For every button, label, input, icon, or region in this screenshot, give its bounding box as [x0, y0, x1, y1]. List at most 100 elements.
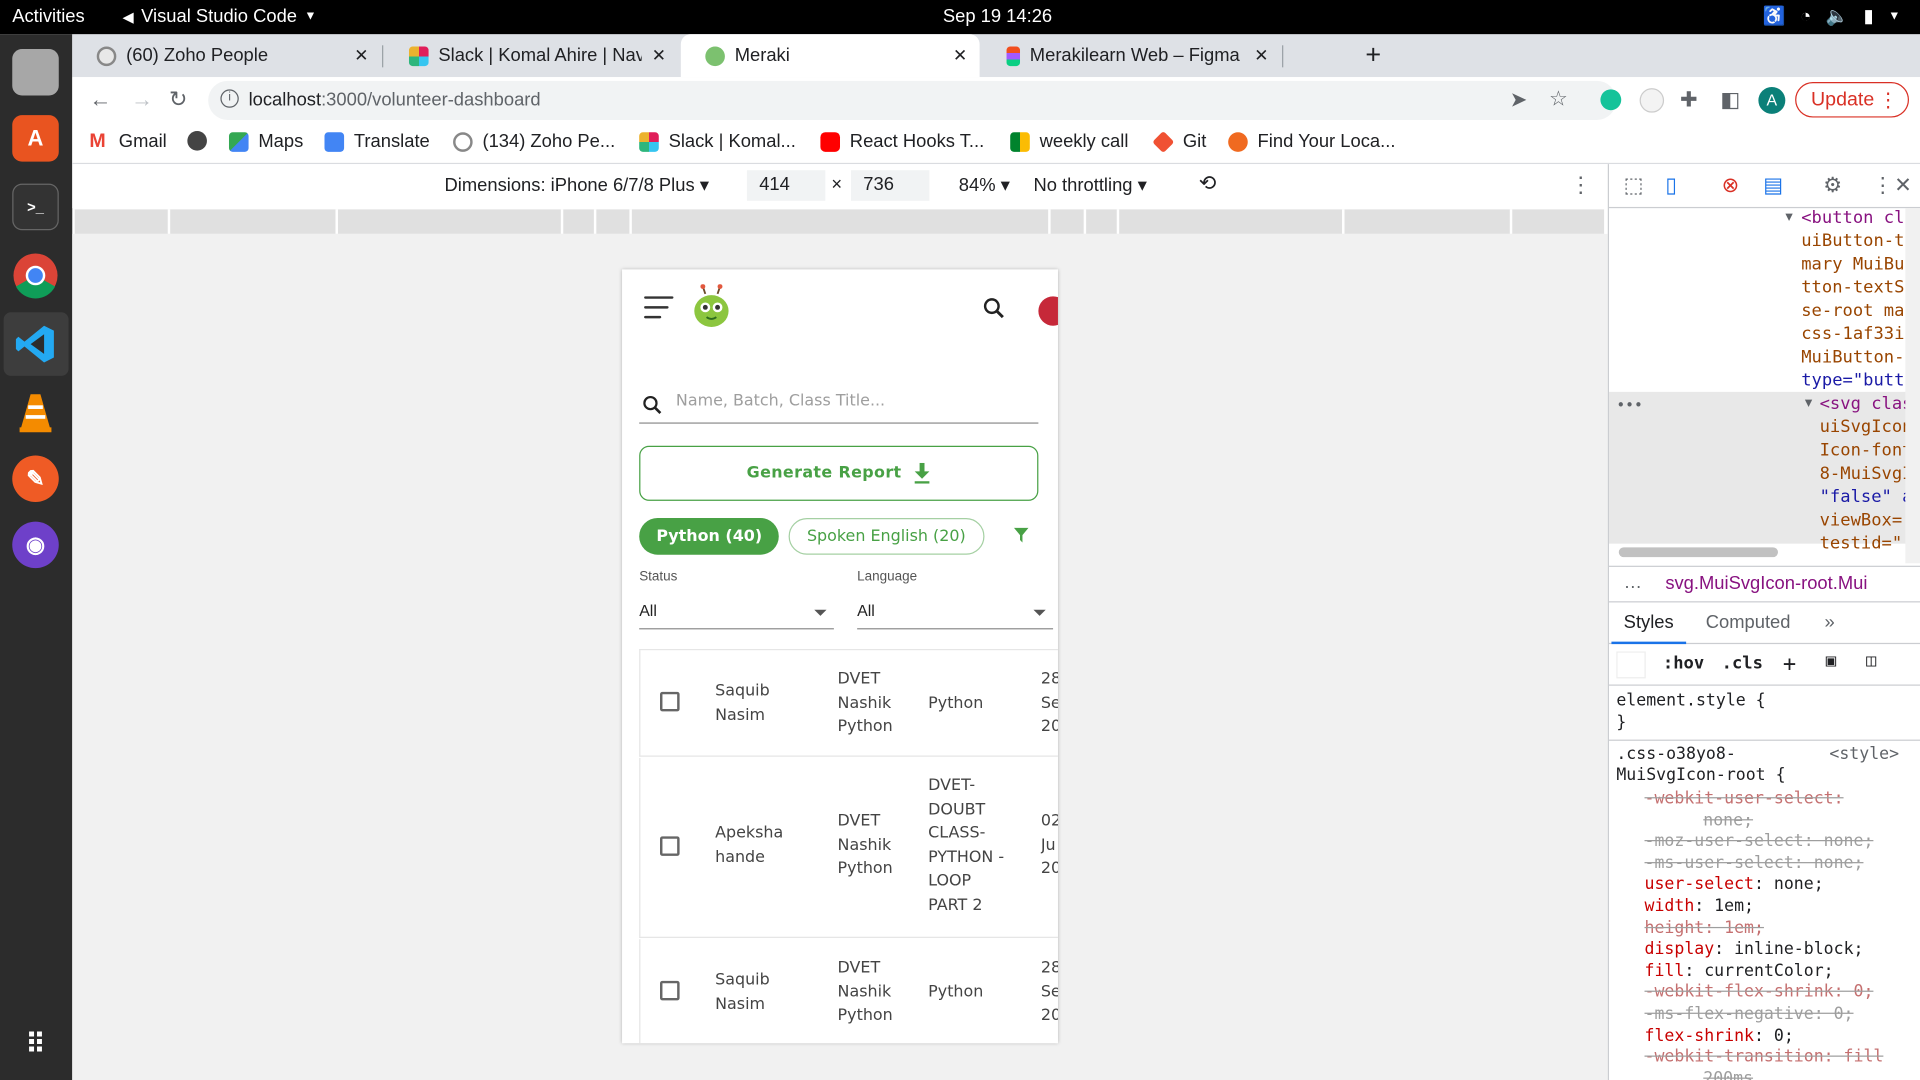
error-badge-icon[interactable]: ⊗ [1722, 174, 1739, 198]
user-avatar[interactable] [1038, 296, 1058, 326]
table-row[interactable]: Saquib Nasim DVET Nashik Python Python 28 Se… [639, 648, 1058, 757]
language-select[interactable]: All [857, 595, 1054, 630]
more-tabs-icon[interactable]: » [1825, 612, 1835, 633]
tab-computed[interactable]: Computed [1706, 612, 1791, 633]
paint-icon[interactable]: ▣ [1826, 651, 1836, 671]
styles-pane[interactable]: element.style { } .css-o38yo8-MuiSvgIcon… [1608, 686, 1920, 1080]
address-bar[interactable]: i localhost:3000/volunteer-dashboard ➤ ☆ [208, 80, 1617, 121]
declaration[interactable]: -webkit-transition: fill [1645, 1047, 1884, 1069]
bookmark-zoho[interactable]: (134) Zoho Pe... [453, 131, 615, 152]
device-toggle-icon[interactable]: ▯ [1665, 174, 1676, 198]
declaration[interactable]: width: 1em; [1645, 896, 1884, 918]
bookmark-globe[interactable] [187, 131, 207, 151]
extensions-puzzle-icon[interactable]: ✚ [1680, 88, 1697, 112]
update-button[interactable]: Update ⋮ [1795, 82, 1909, 118]
github-desktop-icon[interactable]: ◉ [12, 521, 59, 569]
bookmark-find-location[interactable]: Find Your Loca... [1228, 131, 1395, 152]
app-menu[interactable]: ◀ Visual Studio Code ▼ [122, 6, 316, 27]
table-row[interactable]: Saquib Nasim DVET Nashik Python Python 28 Se… [639, 939, 1058, 1044]
declaration[interactable]: -moz-user-select: none; [1645, 832, 1884, 854]
more-vert-icon[interactable]: ⋮ [1872, 174, 1893, 198]
bookmark-star-icon[interactable]: ☆ [1549, 87, 1568, 111]
row-checkbox[interactable] [660, 980, 680, 1001]
meraki-logo-icon[interactable] [693, 284, 730, 328]
elements-horizontal-scrollbar[interactable] [1618, 547, 1778, 558]
software-center-icon[interactable]: A [12, 115, 59, 162]
settings-gear-icon[interactable]: ⚙ [1823, 174, 1842, 198]
site-info-icon[interactable]: i [220, 89, 239, 108]
close-icon[interactable]: ✕ [652, 45, 666, 66]
vscode-icon[interactable] [12, 321, 59, 368]
browser-tab-meraki[interactable]: Meraki ✕ [680, 34, 980, 78]
bookmark-weekly-call[interactable]: weekly call [1010, 131, 1128, 152]
send-icon[interactable]: ➤ [1510, 88, 1527, 112]
declaration[interactable]: -webkit-flex-shrink: 0; [1645, 982, 1884, 1004]
elements-tree[interactable]: ▼ <button cl uiButton-t mary MuiBu tton-… [1608, 208, 1920, 563]
elements-scrollbar[interactable] [1905, 208, 1920, 564]
browser-tab-slack[interactable]: Slack | Komal Ahire | Navgurukul ✕ [384, 34, 678, 77]
zoom-dropdown[interactable]: 84% ▾ [959, 174, 1010, 196]
menu-icon[interactable] [644, 296, 674, 325]
reload-button[interactable]: ↻ [169, 87, 187, 113]
more-vert-icon[interactable]: ⋮ [1570, 173, 1592, 199]
add-rule-icon[interactable]: + [1783, 651, 1796, 677]
activities-button[interactable]: Activities [12, 6, 84, 27]
status-select[interactable]: All [639, 595, 834, 630]
vlc-icon[interactable] [12, 389, 59, 436]
class-toggle[interactable]: .cls [1722, 654, 1763, 674]
show-apps-icon[interactable]: ⠿ [12, 1021, 59, 1068]
styles-filter-input[interactable] [1616, 651, 1646, 679]
browser-tab-zoho[interactable]: (60) Zoho People ✕ [72, 34, 381, 77]
media-query-ruler[interactable] [74, 209, 1605, 234]
device-width-input[interactable]: 414 [746, 170, 826, 201]
browser-tab-figma[interactable]: Merakilearn Web – Figma ✕ [982, 34, 1281, 77]
bookmark-react-hooks[interactable]: React Hooks T... [820, 131, 984, 152]
bookmark-translate[interactable]: Translate [324, 131, 430, 152]
postman-icon[interactable]: ✎ [12, 455, 59, 503]
inspect-element-icon[interactable]: ⬚ [1624, 174, 1644, 198]
new-tab-button[interactable]: + [1365, 39, 1381, 71]
filter-icon[interactable] [1013, 527, 1029, 543]
declaration[interactable]: display: inline-block; [1645, 939, 1884, 961]
declaration[interactable]: -webkit-user-select: [1645, 789, 1884, 811]
side-panel-icon[interactable]: ◧ [1720, 88, 1740, 112]
close-icon[interactable]: ✕ [1254, 45, 1268, 66]
row-checkbox[interactable] [660, 691, 680, 712]
generate-report-button[interactable]: Generate Report [639, 445, 1039, 501]
profile-avatar[interactable]: A [1758, 86, 1786, 114]
grammarly-extension-icon[interactable] [1600, 89, 1622, 111]
chip-python[interactable]: Python (40) [639, 517, 780, 555]
system-tray[interactable]: ♿ ◔ 🔈 ▮ ▼ [1763, 5, 1901, 27]
search-icon[interactable] [982, 296, 1006, 320]
bookmark-gmail[interactable]: M Gmail [89, 131, 166, 152]
row-checkbox[interactable] [660, 836, 680, 856]
declaration[interactable]: none; [1645, 810, 1884, 832]
declaration[interactable]: fill: currentColor; [1645, 961, 1884, 983]
tab-styles[interactable]: Styles [1611, 612, 1686, 645]
forward-button[interactable]: → [131, 87, 153, 113]
ellipsis-icon[interactable]: ••• [1616, 397, 1643, 414]
declaration[interactable]: 200ms [1645, 1069, 1884, 1080]
expand-arrow-icon[interactable]: ▼ [1805, 397, 1812, 410]
chip-spoken-english[interactable]: Spoken English (20) [788, 517, 985, 555]
throttling-dropdown[interactable]: No throttling ▾ [1033, 174, 1146, 196]
dom-breadcrumb[interactable]: … svg.MuiSvgIcon-root.Mui [1608, 565, 1920, 603]
device-dimensions-dropdown[interactable]: Dimensions: iPhone 6/7/8 Plus ▾ [444, 174, 708, 196]
chrome-icon[interactable] [12, 252, 59, 299]
bookmark-slack[interactable]: Slack | Komal... [639, 131, 796, 152]
rule-source-link[interactable]: <style> [1829, 744, 1899, 764]
rotate-icon[interactable]: ⟲ [1199, 171, 1216, 195]
expand-arrow-icon[interactable]: ▼ [1785, 211, 1792, 224]
issues-badge-icon[interactable]: ▤ [1763, 174, 1783, 198]
close-icon[interactable]: ✕ [354, 45, 368, 66]
bookmark-git[interactable]: Git [1152, 130, 1206, 153]
breadcrumb-item[interactable]: svg.MuiSvgIcon-root.Mui [1665, 573, 1867, 594]
declaration[interactable]: -ms-user-select: none; [1645, 853, 1884, 875]
search-input[interactable] [675, 391, 1032, 411]
declaration[interactable]: -ms-flex-negative: 0; [1645, 1004, 1884, 1026]
table-row[interactable]: Apeksha hande DVET Nashik Python DVET- DOUBT… [639, 757, 1058, 938]
bookmark-maps[interactable]: Maps [228, 131, 303, 152]
sidebar-toggle-icon[interactable]: ◫ [1866, 651, 1876, 671]
close-icon[interactable]: ✕ [953, 45, 967, 66]
files-icon[interactable] [12, 48, 59, 96]
